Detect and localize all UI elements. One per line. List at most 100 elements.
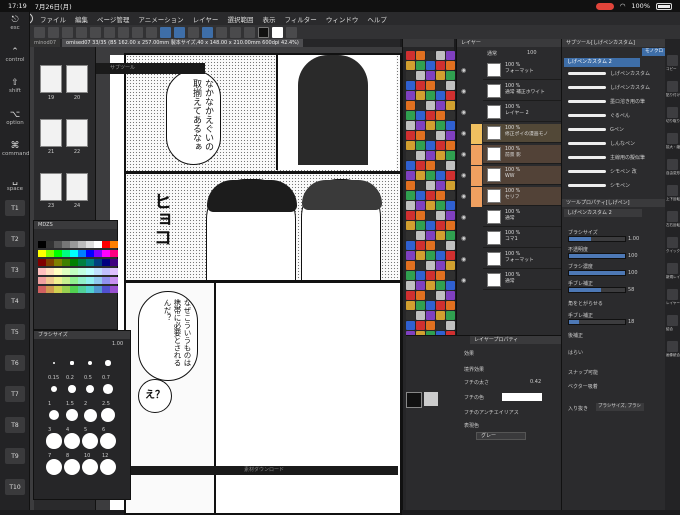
- fill-icon[interactable]: [132, 26, 143, 38]
- brush-size-preset[interactable]: [64, 459, 80, 475]
- tool-icon[interactable]: [406, 201, 415, 210]
- tool-icon[interactable]: [426, 101, 435, 110]
- tool-icon[interactable]: [436, 271, 445, 280]
- brush-size-preset[interactable]: [105, 360, 111, 366]
- tool-icon[interactable]: [416, 51, 425, 60]
- tool-icon[interactable]: [416, 141, 425, 150]
- tool-icon[interactable]: [416, 271, 425, 280]
- color-swatch[interactable]: [46, 250, 54, 257]
- key-t2[interactable]: T2: [5, 231, 25, 247]
- color-swatch[interactable]: [86, 277, 94, 284]
- color-swatch[interactable]: [78, 268, 86, 275]
- manga-page[interactable]: なかなかえぐいの取揃えてあるなぁ ヒョコ なぜこういうものは携帯に必要とされるん…: [110, 53, 402, 515]
- tool-icon[interactable]: [426, 191, 435, 200]
- brush-name[interactable]: Gペン: [610, 126, 624, 133]
- command-icon[interactable]: [667, 315, 678, 326]
- tool-icon[interactable]: [406, 151, 415, 160]
- brush-name[interactable]: シモペン 改: [610, 168, 637, 175]
- color-swatch[interactable]: [110, 286, 118, 293]
- color-swatch[interactable]: [102, 250, 110, 257]
- color-swatch[interactable]: [62, 241, 70, 248]
- brush-icon[interactable]: [174, 26, 185, 38]
- brush-size-preset[interactable]: [64, 433, 80, 449]
- tool-icon[interactable]: [426, 161, 435, 170]
- tool-icon[interactable]: [406, 141, 415, 150]
- tool-icon[interactable]: [416, 171, 425, 180]
- page-thumb-21[interactable]: [40, 119, 62, 147]
- tool-icon[interactable]: [416, 291, 425, 300]
- tool-icon[interactable]: [406, 81, 415, 90]
- tool-icon[interactable]: [416, 211, 425, 220]
- key-t4[interactable]: T4: [5, 293, 25, 309]
- tool-icon[interactable]: [436, 111, 445, 120]
- tool-icon[interactable]: [426, 281, 435, 290]
- brush-name[interactable]: 墨ロ溶き用の筆: [610, 98, 645, 105]
- command-icon[interactable]: [667, 159, 678, 170]
- layer-row[interactable]: 100 % 修正ポイの漫画モノ: [483, 124, 561, 143]
- page-thumb-22[interactable]: [66, 119, 88, 147]
- brush-name[interactable]: しげペンカスタム: [610, 84, 650, 91]
- tool-icon[interactable]: [446, 81, 455, 90]
- tool-icon[interactable]: [446, 281, 455, 290]
- menu-page[interactable]: ページ管理: [97, 14, 129, 24]
- edge-color-swatch[interactable]: [502, 393, 542, 401]
- open-icon[interactable]: [62, 26, 73, 38]
- tool-icon[interactable]: [426, 261, 435, 270]
- expression-color-select[interactable]: グレー: [476, 432, 526, 440]
- color-swatch[interactable]: [38, 241, 46, 248]
- eye-icon[interactable]: ◉: [461, 88, 466, 95]
- color-swatch[interactable]: [62, 277, 70, 284]
- brush-name[interactable]: 主線用の擬似筆: [610, 154, 645, 161]
- tool-icon[interactable]: [446, 171, 455, 180]
- home-icon[interactable]: [34, 26, 45, 38]
- tool-icon[interactable]: [426, 171, 435, 180]
- tool-icon[interactable]: [436, 181, 445, 190]
- color-swatch[interactable]: [110, 259, 118, 266]
- command-icon[interactable]: [667, 237, 678, 248]
- tool-icon[interactable]: [416, 321, 425, 330]
- color-swatch[interactable]: [110, 241, 118, 248]
- key-t3[interactable]: T3: [5, 262, 25, 278]
- key-t6[interactable]: T6: [5, 355, 25, 371]
- tool-icon[interactable]: [436, 211, 445, 220]
- tool-icon[interactable]: [436, 251, 445, 260]
- corner-checkbox[interactable]: 角をとがらせる: [568, 300, 603, 307]
- tool-icon[interactable]: [436, 191, 445, 200]
- tool-icon[interactable]: [426, 321, 435, 330]
- page-thumb-20[interactable]: [66, 65, 88, 93]
- color-swatch[interactable]: [62, 259, 70, 266]
- tool-icon[interactable]: [406, 71, 415, 80]
- color-swatch[interactable]: [102, 277, 110, 284]
- brush-size-preset[interactable]: [100, 459, 116, 475]
- tool-icon[interactable]: [406, 251, 415, 260]
- key-t9[interactable]: T9: [5, 448, 25, 464]
- tool-icon[interactable]: [426, 251, 435, 260]
- color-swatch[interactable]: [54, 277, 62, 284]
- brush-size-preset[interactable]: [48, 409, 60, 421]
- tool-icon[interactable]: [436, 281, 445, 290]
- menu-filter[interactable]: フィルター: [284, 14, 316, 24]
- color-swatch[interactable]: [62, 286, 70, 293]
- tool-icon[interactable]: [436, 171, 445, 180]
- eye-icon[interactable]: ◉: [461, 277, 466, 284]
- tool-icon[interactable]: [426, 311, 435, 320]
- tool-icon[interactable]: [446, 201, 455, 210]
- tool-icon[interactable]: [406, 91, 415, 100]
- tool-icon[interactable]: [416, 101, 425, 110]
- brush-name[interactable]: ぐるぺん: [610, 112, 630, 119]
- in-out-select[interactable]: ブラシサイズ, ブラシ: [596, 403, 644, 411]
- tool-icon[interactable]: [406, 101, 415, 110]
- layer-row[interactable]: 100 % WW: [483, 166, 561, 185]
- tool-icon[interactable]: [406, 311, 415, 320]
- key-t10[interactable]: T10: [5, 479, 25, 495]
- tool-icon[interactable]: [426, 111, 435, 120]
- brush-size-preset[interactable]: [100, 407, 116, 423]
- tool-icon[interactable]: [436, 71, 445, 80]
- tool-icon[interactable]: [406, 301, 415, 310]
- tool-icon[interactable]: [446, 311, 455, 320]
- tool-icon[interactable]: [426, 301, 435, 310]
- color-swatch[interactable]: [94, 250, 102, 257]
- clear-icon[interactable]: [118, 26, 129, 38]
- tab-minod07[interactable]: minod07: [30, 39, 61, 47]
- brush-size-preset[interactable]: [85, 384, 95, 394]
